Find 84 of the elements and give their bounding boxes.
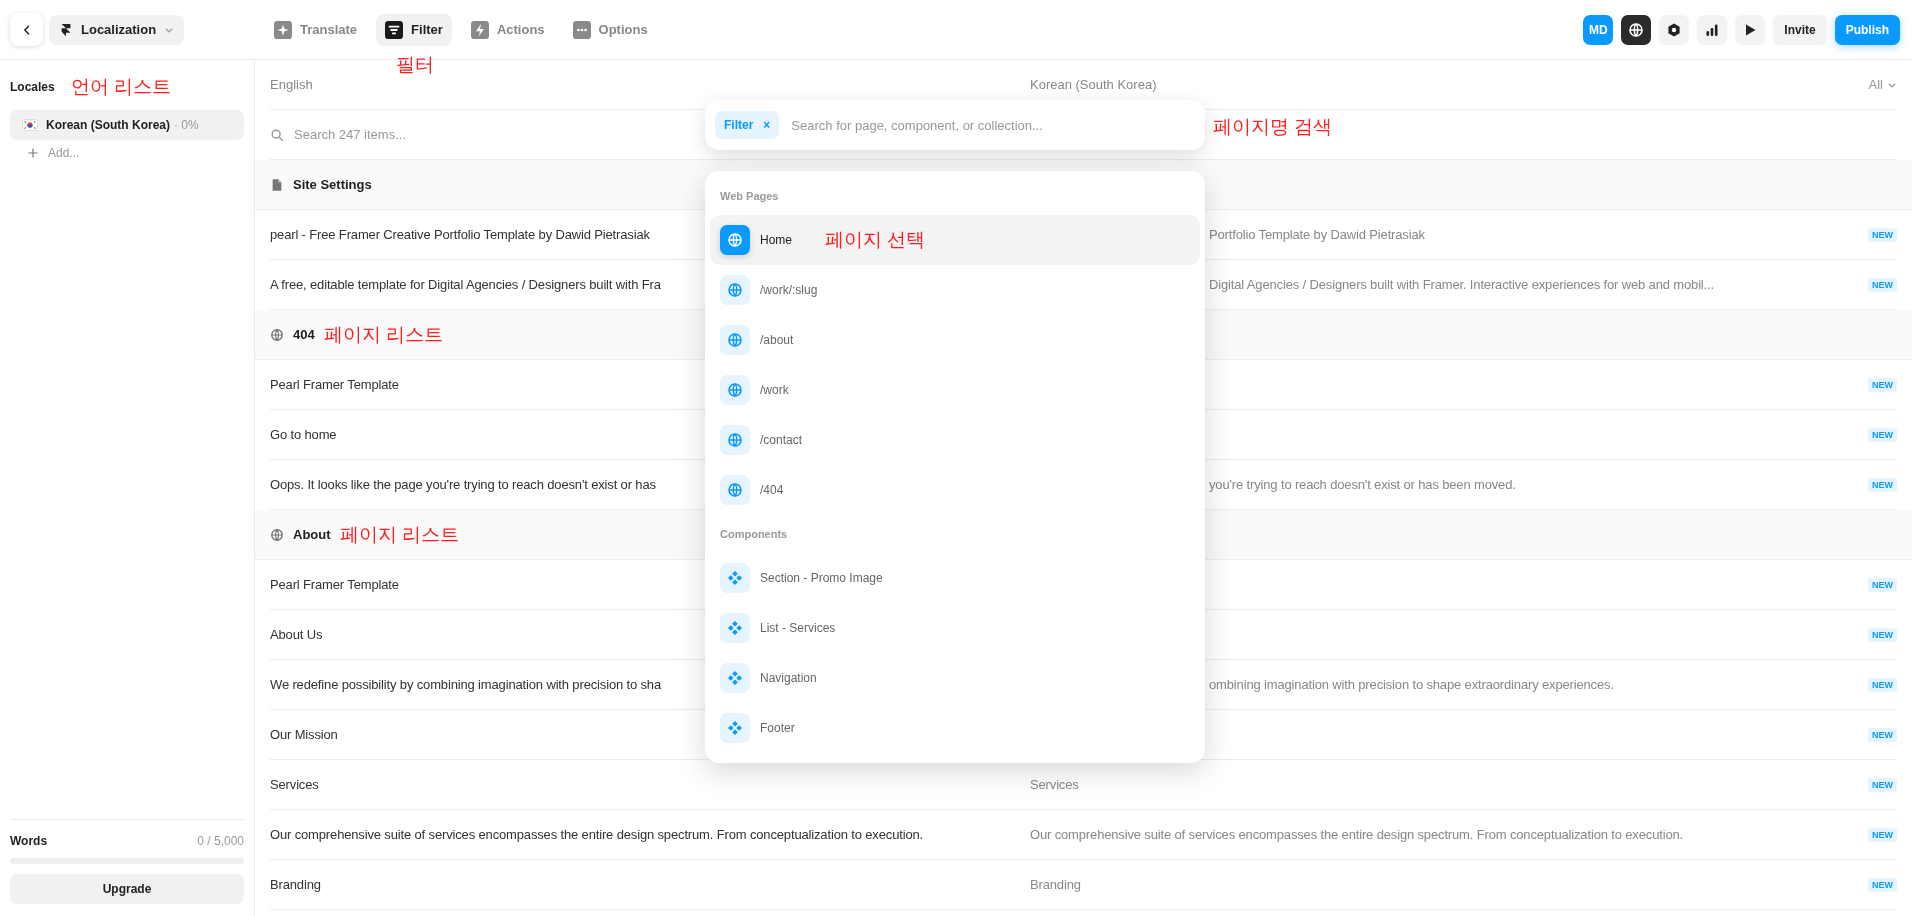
globe-icon (720, 225, 750, 255)
sparkle-icon (274, 20, 292, 39)
dropdown-item[interactable]: Footer (710, 703, 1200, 753)
globe-icon (720, 425, 750, 455)
table-cell: Oops. It looks like the page you're trying to reach doesn't exist or has (270, 477, 656, 492)
table-cell: Digital Agencies / Designers built with Framer. Interactive experiences for web and mobil... (1209, 277, 1714, 292)
flag-icon (22, 117, 38, 133)
plus-icon (27, 147, 39, 159)
globe-button[interactable] (1621, 14, 1652, 45)
table-cell: Our Mission (270, 727, 338, 742)
table-cell: Services (1030, 777, 1079, 792)
table-cell: ombining imagination with precision to shape extraordinary experiences. (1209, 677, 1614, 692)
table-cell: Pearl Framer Template (270, 377, 399, 392)
section-heading: Locales (10, 80, 55, 94)
new-badge: NEW (1868, 377, 1897, 392)
component-icon (720, 713, 750, 743)
dropdown-item[interactable]: Navigation (710, 653, 1200, 703)
tab[interactable]: Actions (461, 13, 554, 46)
logo-icon (59, 22, 73, 37)
globe-icon (720, 325, 750, 355)
analytics-button[interactable] (1697, 14, 1728, 45)
group-heading: Web Pages (719, 189, 780, 204)
new-badge: NEW (1868, 877, 1897, 892)
column-header: Korean (South Korea) (1030, 77, 1157, 92)
globe-icon (720, 475, 750, 505)
annotation: 페이지 리스트 (323, 322, 443, 347)
table-cell: Go to home (270, 427, 337, 442)
locale-item[interactable]: Korean (South Korea) · 0% (10, 110, 244, 140)
column-header: English (270, 77, 313, 92)
new-badge: NEW (1868, 677, 1897, 692)
globe-icon (270, 527, 284, 542)
filter-icon (385, 20, 404, 39)
dropdown-item[interactable]: /contact (710, 415, 1200, 465)
globe-icon (720, 375, 750, 405)
component-icon (720, 613, 750, 643)
globe-icon (1628, 21, 1645, 38)
project-menu[interactable]: Localization (49, 14, 185, 45)
annotation: 페이지명 검색 (1213, 115, 1333, 139)
table-cell: Branding (270, 877, 321, 892)
new-badge: NEW (1868, 227, 1897, 242)
table-cell: Our comprehensive suite of services encompasses the entire design spectrum. From conceptualization to execution. (270, 827, 924, 842)
table-cell: About Us (270, 627, 323, 642)
document-icon (270, 177, 284, 192)
annotation: 필터 (396, 52, 435, 77)
new-badge: NEW (1868, 627, 1897, 642)
new-badge: NEW (1868, 777, 1897, 792)
new-badge: NEW (1868, 427, 1897, 442)
table-cell: Our comprehensive suite of services encompasses the entire design spectrum. From conceptualization to execution. (1030, 827, 1684, 842)
tab[interactable]: Options (563, 13, 657, 46)
new-badge: NEW (1868, 577, 1897, 592)
annotation: 언어 리스트 (70, 75, 171, 99)
table-cell: Pearl Framer Template (270, 577, 399, 592)
upgrade-button[interactable]: Upgrade (10, 874, 244, 904)
table-cell: A free, editable template for Digital Agencies / Designers built with Fra (270, 277, 661, 292)
hexagon-icon (1666, 21, 1683, 38)
table-cell: Portfolio Template by Dawid Pietrasiak (1209, 227, 1425, 242)
globe-icon (720, 275, 750, 305)
group-heading: Components (719, 527, 789, 542)
annotation: 페이지 선택 (825, 228, 926, 252)
more-icon (572, 20, 591, 39)
component-icon (720, 663, 750, 693)
table-cell: Services (270, 777, 319, 792)
new-badge: NEW (1868, 277, 1897, 292)
words-label: Words (10, 834, 48, 848)
table-cell: you're trying to reach doesn't exist or has been moved. (1209, 477, 1516, 492)
globe-icon (270, 327, 284, 342)
table-cell: pearl - Free Framer Creative Portfolio Template by Dawid Pietrasiak (270, 227, 650, 242)
component-icon (720, 563, 750, 593)
table-cell: We redefine possibility by combining imagination with precision to sha (270, 677, 662, 692)
tab[interactable]: Translate (265, 13, 367, 46)
lightning-icon (470, 20, 489, 39)
annotation: 페이지 리스트 (339, 522, 459, 547)
new-badge: NEW (1868, 827, 1897, 842)
tab[interactable]: Filter (376, 13, 452, 46)
dropdown-item[interactable]: /work (710, 365, 1200, 415)
new-badge: NEW (1868, 727, 1897, 742)
dropdown-item[interactable]: List - Services (710, 603, 1200, 653)
search-icon (270, 127, 284, 142)
hexagon-button[interactable] (1659, 14, 1690, 45)
table-cell: Branding (1030, 877, 1081, 892)
new-badge: NEW (1868, 477, 1897, 492)
invite-button[interactable]: Invite (1773, 14, 1827, 45)
words-count: 0 / 5,000 (197, 834, 244, 848)
preview-button[interactable] (1735, 14, 1766, 45)
